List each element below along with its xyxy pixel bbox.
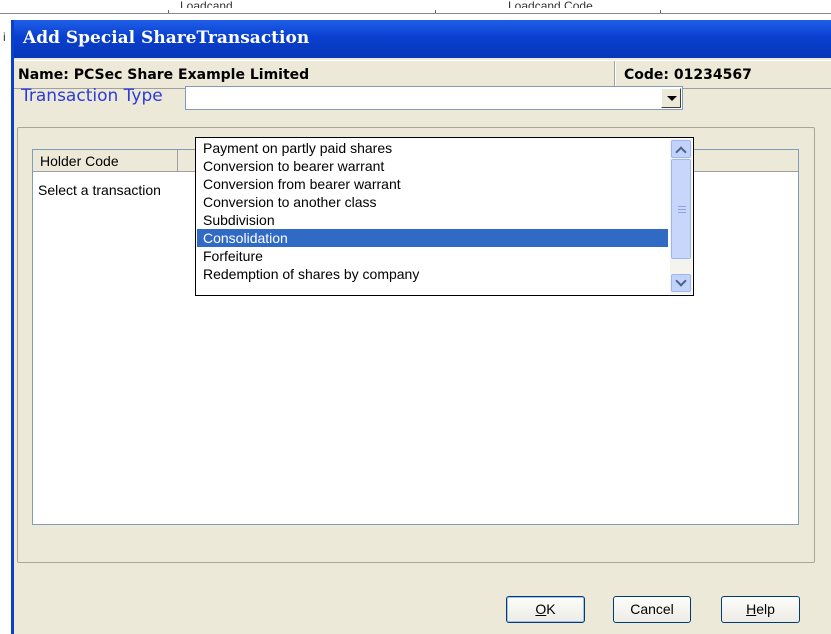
- dropdown-button[interactable]: [661, 88, 681, 108]
- cancel-button-label: Cancel: [630, 601, 674, 617]
- company-code-label: Code: 01234567: [624, 67, 752, 83]
- dropdown-option[interactable]: Redemption of shares by company: [197, 265, 668, 283]
- scroll-down-button[interactable]: [671, 274, 691, 292]
- background-text-fragment: Loadcand: [180, 0, 233, 8]
- scroll-up-button[interactable]: [671, 140, 691, 158]
- scrollbar-thumb[interactable]: [671, 159, 691, 259]
- grid-empty-message: Select a transaction: [38, 182, 161, 198]
- background-text-fragment: Loadcand Code: [508, 0, 593, 8]
- info-bar-separator: [614, 61, 616, 89]
- dropdown-option[interactable]: Payment on partly paid shares: [197, 139, 668, 157]
- cancel-button[interactable]: Cancel: [613, 596, 691, 623]
- dialog-title: Add Special ShareTransaction: [23, 28, 310, 48]
- dropdown-option[interactable]: Forfeiture: [197, 247, 668, 265]
- transaction-type-dropdown-list[interactable]: Payment on partly paid shares Conversion…: [195, 137, 694, 296]
- company-info-bar: Name: PCSec Share Example Limited Code: …: [14, 60, 831, 89]
- dropdown-option-selected[interactable]: Consolidation: [197, 229, 668, 247]
- dropdown-option[interactable]: Conversion to bearer warrant: [197, 157, 668, 175]
- column-header-holder-code[interactable]: Holder Code: [33, 150, 178, 172]
- dropdown-option[interactable]: Conversion to another class: [197, 193, 668, 211]
- ok-mnemonic: O: [535, 601, 547, 617]
- company-name-label: Name: PCSec Share Example Limited: [18, 67, 310, 83]
- grip-line: [678, 212, 686, 213]
- ok-button-label: K: [546, 601, 556, 617]
- help-button[interactable]: Help: [721, 596, 800, 623]
- transaction-type-label: Transaction Type: [21, 86, 163, 106]
- chevron-down-icon: [675, 275, 687, 287]
- dropdown-option[interactable]: Subdivision: [197, 211, 668, 229]
- background-text-fragment: i: [3, 30, 6, 44]
- transaction-type-combobox[interactable]: [185, 86, 683, 110]
- background-line: [0, 13, 831, 14]
- background-window-strip: Loadcand Loadcand Code: [0, 0, 831, 20]
- chevron-down-icon: [667, 96, 677, 101]
- dropdown-scrollbar[interactable]: [670, 139, 692, 294]
- grip-line: [678, 206, 686, 207]
- dropdown-option[interactable]: Conversion from bearer warrant: [197, 175, 668, 193]
- ok-button[interactable]: OK: [506, 596, 585, 623]
- chevron-up-icon: [675, 146, 687, 158]
- help-mnemonic: H: [746, 601, 757, 617]
- help-button-label: elp: [756, 601, 775, 617]
- dialog-titlebar[interactable]: i Add Special ShareTransaction: [3, 20, 831, 58]
- grip-line: [678, 209, 686, 210]
